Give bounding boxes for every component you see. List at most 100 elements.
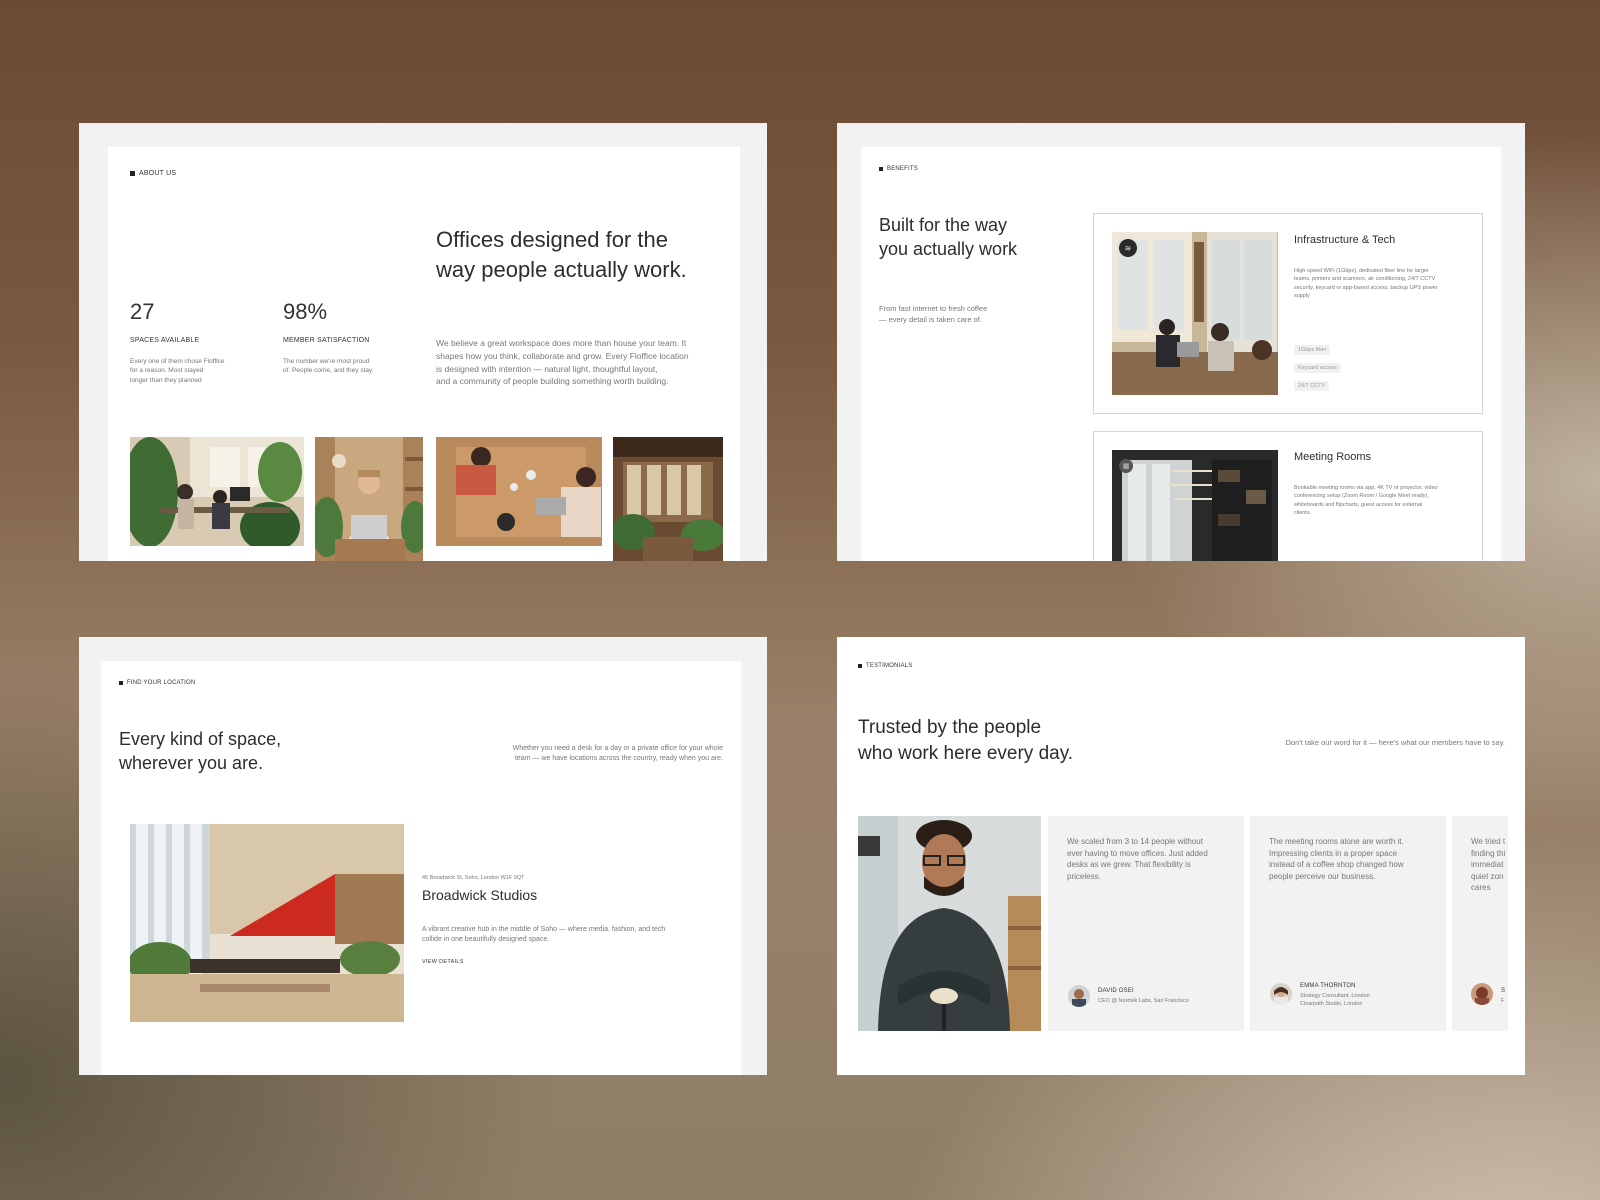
member-portrait-photo bbox=[858, 816, 1041, 1031]
location-photo-broadwick-graphic bbox=[130, 824, 404, 1022]
about-heading: Offices designed for the way people actu… bbox=[436, 225, 687, 284]
stat-desc-line: for a reason. Most stayed bbox=[130, 367, 204, 375]
location-card: FIND YOUR LOCATION Every kind of space, … bbox=[79, 637, 767, 1075]
testimonial-quote-line: The meeting rooms alone are worth it. bbox=[1269, 837, 1404, 846]
benefit-desc-line: teams, printers and scanners, air condit… bbox=[1294, 276, 1436, 283]
benefit-desc-line: clients. bbox=[1294, 509, 1312, 516]
location-eyebrow: FIND YOUR LOCATION bbox=[119, 680, 195, 686]
testimonial-quote-line: We scaled from 3 to 14 people without bbox=[1067, 837, 1203, 846]
testimonial-author-name: EMMA THORNTON bbox=[1300, 983, 1356, 989]
testimonial-quote: The meeting rooms alone are worth it. Im… bbox=[1269, 836, 1434, 882]
stat-label-satisfaction: MEMBER SATISFACTION bbox=[283, 337, 370, 344]
square-bullet-icon bbox=[858, 664, 862, 668]
avatar-graphic bbox=[1471, 983, 1493, 1005]
testimonial-author-name: DAVID OSEI bbox=[1098, 988, 1134, 994]
benefit-card-infrastructure[interactable]: ≋ Infrastructure & Tech High-speed WiFi … bbox=[1093, 213, 1483, 414]
testimonials-heading: Trusted by the people who work here ever… bbox=[858, 715, 1073, 766]
benefit-photo-coworking-graphic bbox=[1112, 232, 1278, 395]
testimonial-author-name: S bbox=[1501, 988, 1506, 994]
stat-desc-line: The number we're most proud bbox=[283, 358, 370, 365]
testimonial-author-role: CEO @ Nordvik Labs, San Francisco bbox=[1098, 998, 1189, 1004]
location-heading: Every kind of space, wherever you are. bbox=[119, 727, 281, 776]
square-bullet-icon bbox=[119, 681, 123, 685]
benefit-photo-coworking: ≋ bbox=[1112, 232, 1278, 395]
benefits-subtext-line: From fast internet to fresh coffee bbox=[879, 304, 988, 313]
benefit-desc: High-speed WiFi (1Gbps), dedicated fiber… bbox=[1294, 267, 1469, 300]
benefit-tag: 24/7 CCTV bbox=[1294, 381, 1330, 391]
testimonials-eyebrow: TESTIMONIALS bbox=[858, 663, 912, 669]
stat-label-spaces: SPACES AVAILABLE bbox=[130, 337, 200, 344]
testimonial-quote-line: cares bbox=[1471, 883, 1491, 893]
about-body-line: We believe a great workspace does more t… bbox=[436, 338, 687, 348]
testimonial-quote-line: desks as we grew. That flexibility is bbox=[1067, 860, 1191, 870]
benefits-eyebrow-label: BENEFITS bbox=[887, 166, 918, 172]
location-heading-line: wherever you are. bbox=[119, 753, 264, 774]
testimonial-card: We tried t finding thi immediat quiet zo… bbox=[1452, 816, 1508, 1031]
testimonials-intro: Don't take our word for it — here's what… bbox=[1285, 738, 1506, 747]
location-name[interactable]: Broadwick Studios bbox=[422, 886, 537, 905]
office-photo-atrium bbox=[613, 437, 723, 561]
about-card: ABOUT US Offices designed for the way pe… bbox=[79, 123, 767, 561]
location-eyebrow-label: FIND YOUR LOCATION bbox=[127, 680, 196, 686]
benefits-card: BENEFITS Built for the way you actually … bbox=[837, 123, 1525, 561]
stat-desc-spaces: Every one of them chose Flofflce for a r… bbox=[130, 357, 250, 385]
testimonial-author-role-line: Strategy Consultant, London bbox=[1300, 993, 1370, 999]
location-address: 45 Broadwick St, Soho, London W1F 9QT bbox=[422, 875, 525, 881]
benefit-desc-line: Bookable meeting rooms via app, 4K TV or… bbox=[1294, 485, 1438, 491]
calendar-icon: ▦ bbox=[1122, 463, 1130, 470]
testimonial-card: We scaled from 3 to 14 people without ev… bbox=[1048, 816, 1244, 1031]
benefit-desc: Bookable meeting rooms via app, 4K TV or… bbox=[1294, 484, 1469, 517]
location-intro-line: team — we have locations across the coun… bbox=[514, 755, 723, 763]
testimonial-author-role: Strategy Consultant, London Clearpath St… bbox=[1300, 993, 1370, 1009]
stat-desc-line: of. People come, and they stay bbox=[283, 367, 373, 375]
testimonials-heading-line: Trusted by the people bbox=[858, 717, 1042, 738]
stat-desc-satisfaction: The number we're most proud of. People c… bbox=[283, 357, 403, 376]
about-heading-line: Offices designed for the bbox=[436, 227, 668, 252]
benefits-heading-line: Built for the way bbox=[879, 215, 1008, 235]
about-body: We believe a great workspace does more t… bbox=[436, 337, 726, 388]
about-body-line: is designed with intention — natural lig… bbox=[436, 363, 658, 374]
about-heading-line: way people actually work. bbox=[436, 256, 687, 282]
testimonial-quote-line: priceless. bbox=[1067, 871, 1101, 881]
benefits-eyebrow: BENEFITS bbox=[879, 166, 918, 172]
testimonial-quote-line: finding thi bbox=[1471, 848, 1506, 858]
location-desc-line: collide in one beautifully designed spac… bbox=[422, 936, 550, 944]
testimonial-quote-line: quiet zon bbox=[1471, 871, 1504, 881]
stat-desc-line: longer than they planned bbox=[130, 376, 202, 384]
location-heading-line: Every kind of space, bbox=[119, 729, 282, 749]
about-panel: ABOUT US Offices designed for the way pe… bbox=[108, 147, 740, 561]
testimonial-quote-line: instead of a coffee shop changed how bbox=[1269, 860, 1404, 870]
office-photo-meeting-table bbox=[436, 437, 602, 546]
location-intro-line: Whether you need a desk for a day or a p… bbox=[512, 745, 723, 752]
testimonial-card: The meeting rooms alone are worth it. Im… bbox=[1250, 816, 1446, 1031]
location-photo-broadwick[interactable] bbox=[130, 824, 404, 1022]
avatar bbox=[1471, 983, 1493, 1005]
benefit-desc-line: whiteboards and flipcharts, guest access… bbox=[1294, 501, 1423, 508]
benefit-tag: 1Gbps fiber bbox=[1294, 345, 1331, 355]
location-intro: Whether you need a desk for a day or a p… bbox=[461, 744, 723, 764]
testimonials-heading-line: who work here every day. bbox=[858, 742, 1074, 764]
avatar-graphic bbox=[1270, 983, 1292, 1005]
benefits-heading: Built for the way you actually work bbox=[879, 213, 1017, 262]
benefit-card-meeting-rooms[interactable]: ▦ Meeting Rooms Bookable meeting rooms v… bbox=[1093, 431, 1483, 561]
square-bullet-icon bbox=[130, 171, 135, 176]
office-photo-plants-graphic bbox=[130, 437, 304, 546]
wifi-icon: ≋ bbox=[1124, 243, 1132, 253]
about-eyebrow-label: ABOUT US bbox=[139, 170, 177, 177]
stat-value-spaces: 27 bbox=[130, 299, 155, 324]
view-details-link[interactable]: VIEW DETAILS bbox=[422, 959, 464, 965]
office-photo-laptop-man-graphic bbox=[315, 437, 423, 561]
location-panel: FIND YOUR LOCATION Every kind of space, … bbox=[101, 661, 741, 1075]
avatar-graphic bbox=[1068, 985, 1090, 1007]
office-photo-plants bbox=[130, 437, 304, 546]
stat-value-satisfaction: 98% bbox=[283, 299, 328, 324]
benefit-photo-meeting-room-graphic bbox=[1112, 450, 1278, 561]
benefit-desc-line: security, keycard or app-based access, b… bbox=[1294, 284, 1438, 291]
benefit-tag: Keycard access bbox=[1294, 363, 1341, 373]
benefit-title: Infrastructure & Tech bbox=[1294, 234, 1396, 246]
testimonial-quote-line: ever having to move offices. Just added bbox=[1067, 848, 1208, 858]
testimonial-quote: We scaled from 3 to 14 people without ev… bbox=[1067, 836, 1232, 882]
testimonial-author-role: F bbox=[1501, 998, 1505, 1004]
stat-desc-line: Every one of them chose Flofflce bbox=[130, 358, 225, 365]
about-body-line: and a community of people building somet… bbox=[436, 376, 669, 387]
